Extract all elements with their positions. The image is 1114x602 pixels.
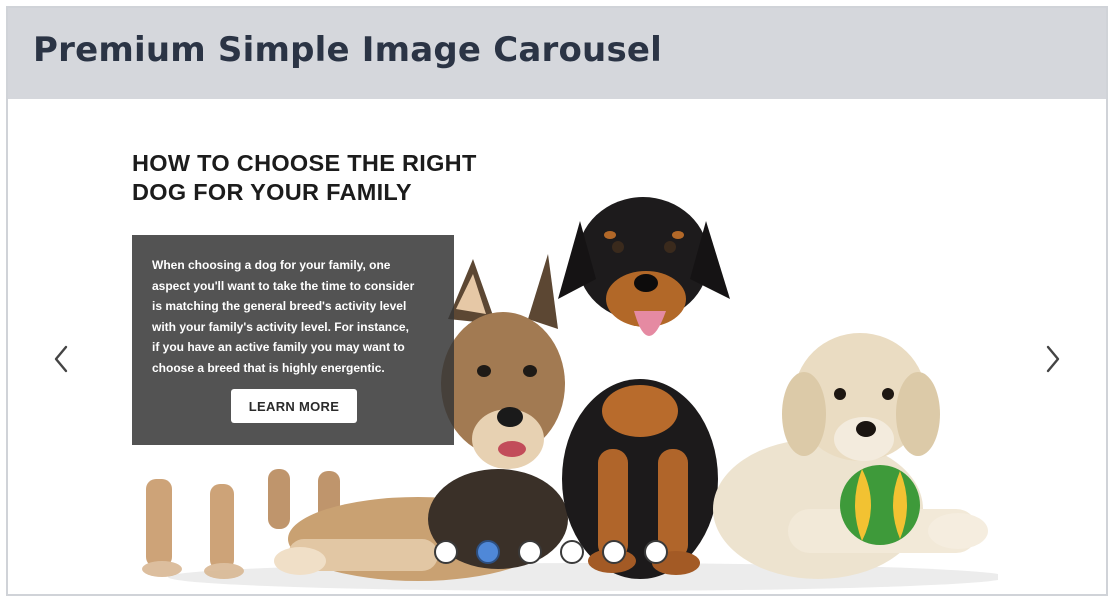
next-slide-button[interactable]: [1038, 339, 1068, 379]
carousel-widget: Premium Simple Image Carousel HOW TO CHO…: [6, 6, 1108, 596]
caption-line: choose a breed that is highly energentic…: [152, 360, 385, 375]
caption-line: When choosing a dog for your family, one: [152, 258, 391, 272]
chevron-left-icon: [54, 345, 68, 373]
caption-line: is matching the general breed's activity…: [152, 299, 407, 313]
carousel-stage: HOW TO CHOOSE THE RIGHT DOG FOR YOUR FAM…: [8, 99, 1106, 594]
widget-title: Premium Simple Image Carousel: [33, 30, 662, 70]
caption-line: aspect you'll want to take the time to c…: [152, 278, 415, 293]
learn-more-button[interactable]: LEARN MORE: [231, 389, 357, 423]
pagination-dot[interactable]: [476, 540, 500, 564]
slide-heading-line1: HOW TO CHOOSE THE RIGHT: [132, 150, 477, 176]
rottweiler-figure: [558, 197, 730, 579]
caption-line: if you have an active family you may wan…: [152, 340, 405, 354]
slide-caption-text: When choosing a dog for your family, one…: [152, 255, 442, 378]
slide-caption-box: When choosing a dog for your family, one…: [132, 235, 454, 445]
previous-slide-button[interactable]: [46, 339, 76, 379]
slide-heading-line2: DOG FOR YOUR FAMILY: [132, 179, 412, 205]
slide-pagination: [434, 540, 684, 570]
pagination-dot[interactable]: [644, 540, 668, 564]
chevron-right-icon: [1046, 345, 1060, 373]
pagination-dot[interactable]: [602, 540, 626, 564]
slide-heading: HOW TO CHOOSE THE RIGHT DOG FOR YOUR FAM…: [132, 149, 552, 207]
widget-header: Premium Simple Image Carousel: [8, 8, 1106, 99]
pagination-dot[interactable]: [518, 540, 542, 564]
pagination-dot[interactable]: [560, 540, 584, 564]
pagination-dot[interactable]: [434, 540, 458, 564]
caption-line: with your family's activity level. For i…: [152, 319, 409, 334]
golden-retriever-figure: [713, 333, 988, 579]
